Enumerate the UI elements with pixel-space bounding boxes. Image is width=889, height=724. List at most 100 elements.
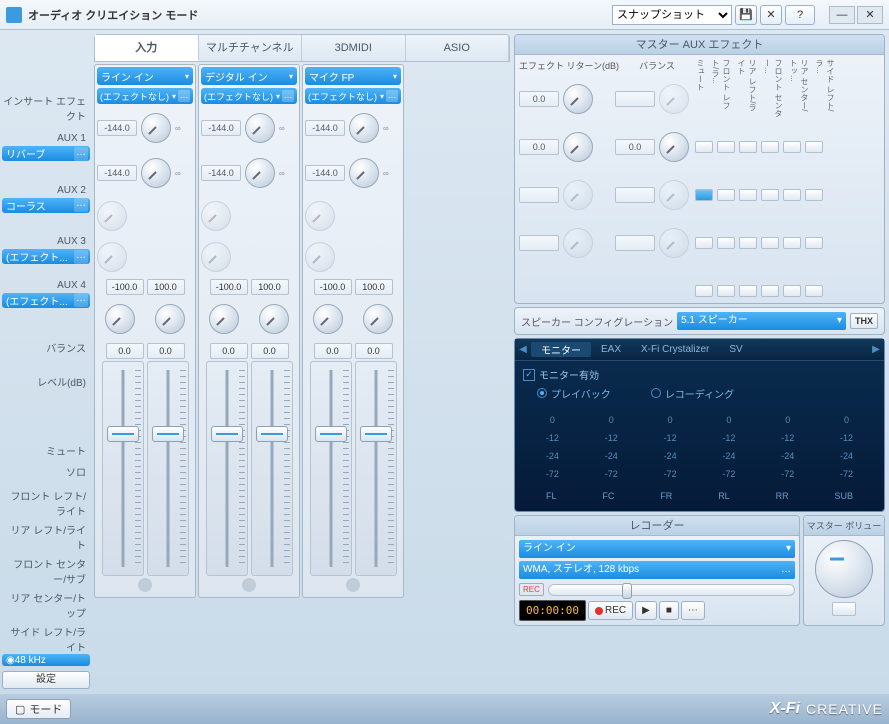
aux1-send-knob[interactable] — [349, 113, 379, 143]
link-lock-icon[interactable] — [242, 578, 256, 592]
aux4-effect-button[interactable]: (エフェクト...… — [2, 293, 90, 308]
close-button[interactable]: ✕ — [857, 6, 883, 24]
play-button[interactable]: ▶ — [635, 601, 657, 620]
channel-fx-select[interactable]: (エフェクトなし)▾… — [97, 88, 193, 104]
mode-button[interactable]: ▢ モード — [6, 699, 71, 719]
transport-extra-button[interactable]: ⋯ — [681, 601, 705, 620]
snapshot-select[interactable]: スナップショット — [612, 5, 732, 25]
aux2-send-knob[interactable] — [245, 158, 275, 188]
speaker-routing-button[interactable] — [761, 285, 779, 297]
speaker-routing-button[interactable] — [717, 237, 735, 249]
speaker-routing-button[interactable] — [783, 237, 801, 249]
balance-l-knob[interactable] — [313, 304, 343, 334]
aux3-send-knob[interactable] — [97, 201, 127, 231]
fader-l[interactable] — [102, 361, 144, 576]
recorder-level-slider[interactable] — [548, 584, 795, 596]
monitor-tab-eax[interactable]: EAX — [591, 344, 631, 355]
aux-balance-knob[interactable] — [659, 180, 689, 210]
aux-balance-knob[interactable] — [659, 132, 689, 162]
speaker-routing-button[interactable] — [761, 189, 779, 201]
aux-balance-knob[interactable] — [659, 228, 689, 258]
aux4-send-knob[interactable] — [305, 242, 335, 272]
channel-fx-select[interactable]: (エフェクトなし)▾… — [305, 88, 401, 104]
speaker-routing-button[interactable] — [783, 141, 801, 153]
minimize-button[interactable]: — — [829, 6, 855, 24]
tab-3dmidi[interactable]: 3DMIDI — [302, 35, 406, 61]
channel-source-select[interactable]: ライン イン▾ — [97, 67, 193, 85]
fader-l[interactable] — [310, 361, 352, 576]
speaker-routing-button[interactable] — [783, 189, 801, 201]
aux2-send-knob[interactable] — [349, 158, 379, 188]
tab-input[interactable]: 入力 — [95, 35, 199, 61]
master-mute-button[interactable] — [832, 602, 856, 616]
speaker-routing-button[interactable] — [739, 141, 757, 153]
save-snapshot-button[interactable]: 💾 — [735, 5, 757, 25]
balance-r-knob[interactable] — [259, 304, 289, 334]
speaker-routing-button[interactable] — [695, 237, 713, 249]
delete-snapshot-button[interactable]: ✕ — [760, 5, 782, 25]
recorder-format-select[interactable]: WMA, ステレオ, 128 kbps… — [519, 561, 795, 579]
monitor-tab-monitor[interactable]: モニター — [531, 342, 591, 357]
channel-fx-select[interactable]: (エフェクトなし)▾… — [201, 88, 297, 104]
speaker-routing-button[interactable] — [739, 237, 757, 249]
aux1-send-knob[interactable] — [245, 113, 275, 143]
monitor-enable-checkbox[interactable]: ✓ — [523, 369, 535, 381]
settings-button[interactable]: 設定 — [2, 671, 90, 689]
aux-return-knob[interactable] — [563, 84, 593, 114]
speaker-routing-button[interactable] — [717, 141, 735, 153]
aux3-effect-button[interactable]: (エフェクト...… — [2, 249, 90, 264]
aux1-send-knob[interactable] — [141, 113, 171, 143]
samplerate-button[interactable]: ◉ 48 kHz — [2, 654, 90, 666]
monitor-next[interactable]: ▶ — [868, 344, 884, 355]
help-button[interactable]: ? — [785, 5, 815, 25]
aux3-send-knob[interactable] — [201, 201, 231, 231]
aux-return-knob[interactable] — [563, 132, 593, 162]
balance-l-knob[interactable] — [105, 304, 135, 334]
channel-source-select[interactable]: マイク FP▾ — [305, 67, 401, 85]
speaker-routing-button[interactable] — [805, 141, 823, 153]
tab-asio[interactable]: ASIO — [406, 35, 510, 61]
aux-return-knob[interactable] — [563, 180, 593, 210]
balance-l-knob[interactable] — [209, 304, 239, 334]
balance-r-knob[interactable] — [363, 304, 393, 334]
speaker-routing-button[interactable] — [695, 189, 713, 201]
speaker-routing-button[interactable] — [717, 285, 735, 297]
speaker-routing-button[interactable] — [761, 141, 779, 153]
speaker-routing-button[interactable] — [761, 237, 779, 249]
speaker-routing-button[interactable] — [783, 285, 801, 297]
speaker-routing-button[interactable] — [695, 285, 713, 297]
monitor-tab-crystalizer[interactable]: X-Fi Crystalizer — [631, 344, 719, 355]
link-lock-icon[interactable] — [138, 578, 152, 592]
aux-balance-knob[interactable] — [659, 84, 689, 114]
speaker-routing-button[interactable] — [805, 237, 823, 249]
record-button[interactable]: REC — [588, 601, 633, 620]
stop-button[interactable]: ■ — [659, 601, 679, 620]
channel-source-select[interactable]: デジタル イン▾ — [201, 67, 297, 85]
monitor-prev[interactable]: ◀ — [515, 344, 531, 355]
fader-r[interactable] — [355, 361, 397, 576]
aux1-effect-button[interactable]: リバーブ… — [2, 146, 90, 161]
aux-return-knob[interactable] — [563, 228, 593, 258]
thx-button[interactable]: THX — [850, 313, 878, 329]
speaker-routing-button[interactable] — [805, 189, 823, 201]
speaker-routing-button[interactable] — [695, 141, 713, 153]
speaker-routing-button[interactable] — [739, 189, 757, 201]
link-lock-icon[interactable] — [346, 578, 360, 592]
aux3-send-knob[interactable] — [305, 201, 335, 231]
aux4-send-knob[interactable] — [201, 242, 231, 272]
fader-l[interactable] — [206, 361, 248, 576]
playback-radio[interactable]: プレイバック — [537, 386, 611, 401]
fader-r[interactable] — [147, 361, 189, 576]
aux4-send-knob[interactable] — [97, 242, 127, 272]
balance-r-knob[interactable] — [155, 304, 185, 334]
monitor-tab-sv[interactable]: SV — [719, 344, 752, 355]
master-volume-knob[interactable] — [815, 540, 873, 598]
tab-multichannel[interactable]: マルチチャンネル Wave — [199, 35, 303, 61]
aux2-send-knob[interactable] — [141, 158, 171, 188]
recording-radio[interactable]: レコーディング — [651, 386, 734, 401]
speaker-routing-button[interactable] — [805, 285, 823, 297]
speaker-config-select[interactable]: 5.1 スピーカー▾ — [677, 312, 846, 330]
speaker-routing-button[interactable] — [739, 285, 757, 297]
speaker-routing-button[interactable] — [717, 189, 735, 201]
fader-r[interactable] — [251, 361, 293, 576]
